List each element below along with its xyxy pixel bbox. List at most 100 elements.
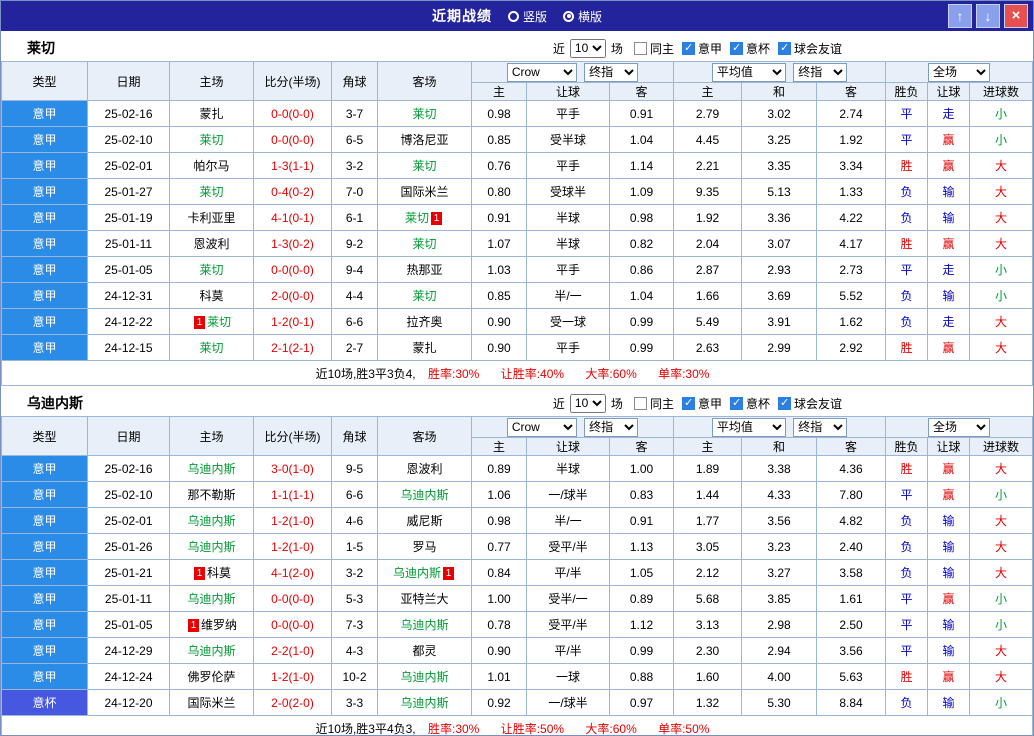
odd-rate: 单率:50% <box>658 721 710 736</box>
handicap-result-cell: 赢 <box>927 230 971 257</box>
checkbox-icon[interactable] <box>729 396 743 410</box>
checkbox-icon[interactable] <box>777 396 791 410</box>
checkbox-icon[interactable] <box>633 396 647 410</box>
filter-checkbox[interactable]: 意杯 <box>729 40 770 57</box>
col-header-type: 类型 <box>1 416 88 456</box>
result-text: 负 <box>900 315 913 329</box>
result-text: 大 <box>995 540 1008 554</box>
home-team-name: 乌迪内斯 <box>187 592 236 606</box>
red-card-badge: 1 <box>431 212 442 225</box>
score-cell: 2-0(0-0) <box>253 282 332 309</box>
checkbox-icon[interactable] <box>777 41 791 55</box>
match-count-select[interactable]: 10 <box>569 393 606 413</box>
scroll-down-button[interactable]: ↓ <box>976 4 1000 28</box>
scope-select[interactable]: 全场 <box>928 62 991 82</box>
match-row: 意甲 25-02-10 那不勒斯 1-1(1-1) 6-6 乌迪内斯 1.06 一/球半 0.8… <box>1 481 1033 508</box>
bookmaker-select[interactable]: Crow <box>506 417 577 437</box>
filter-checkbox[interactable]: 意甲 <box>681 40 722 57</box>
avg-select[interactable]: 平均值 <box>711 417 786 437</box>
avg-final-select[interactable]: 终指 <box>793 417 848 437</box>
filter-checkbox[interactable]: 球会友谊 <box>777 395 842 412</box>
radio-vertical-layout[interactable]: 竖版 <box>507 8 547 25</box>
titlebar: 近期战绩 竖版 横版 ↑ ↓ × <box>1 1 1033 31</box>
league-cell: 意甲 <box>1 204 88 231</box>
result-cell: 负 <box>885 282 929 309</box>
away-odds-cell: 0.98 <box>608 204 675 231</box>
radio-label: 竖版 <box>522 9 547 24</box>
result-text: 平 <box>900 107 913 121</box>
odds-final-select[interactable]: 终指 <box>584 417 639 437</box>
goals-result-cell: 小 <box>969 481 1033 508</box>
result-text: 平 <box>900 263 913 277</box>
avg-away-cell: 1.62 <box>816 308 887 335</box>
filter-checkboxes: 同主 意甲 意杯 球会友谊 <box>633 40 842 57</box>
away-team-cell: 莱切 <box>377 230 472 257</box>
avg-home-cell: 3.13 <box>673 611 743 638</box>
home-team-name: 莱切 <box>199 341 224 355</box>
away-team-name: 乌迪内斯 <box>400 670 449 684</box>
match-row: 意甲 24-12-24 佛罗伦萨 1-2(1-0) 10-2 乌迪内斯 1.01 一球 0.88… <box>1 663 1033 690</box>
result-cell: 负 <box>885 507 929 534</box>
odds-group-header: Crow 终指 <box>470 416 675 438</box>
handicap-cell: 一/球半 <box>526 481 610 508</box>
away-team-cell: 乌迪内斯 <box>377 481 472 508</box>
result-text: 大 <box>995 341 1008 355</box>
radio-horizontal-layout[interactable]: 横版 <box>563 8 602 25</box>
checkbox-icon[interactable] <box>633 41 647 55</box>
filter-checkbox[interactable]: 意杯 <box>729 395 770 412</box>
odds-final-select[interactable]: 终指 <box>584 62 639 82</box>
date-cell: 25-01-21 <box>87 559 170 586</box>
avg-away-cell: 1.33 <box>816 178 887 205</box>
scope-select[interactable]: 全场 <box>928 417 991 437</box>
goals-result-cell: 小 <box>969 100 1033 127</box>
col-header-date: 日期 <box>87 416 170 456</box>
away-team-cell: 亚特兰大 <box>377 585 472 612</box>
checkbox-icon[interactable] <box>729 41 743 55</box>
match-row: 意甲 25-02-10 莱切 0-0(0-0) 6-5 博洛尼亚 0.85 受半球 1.04 4.… <box>1 126 1033 153</box>
filter-checkbox[interactable]: 球会友谊 <box>777 40 842 57</box>
home-odds-cell: 0.98 <box>471 507 527 534</box>
result-text: 胜 <box>900 670 913 684</box>
result-cell: 平 <box>885 100 929 127</box>
away-team-cell: 恩波利 <box>377 455 472 482</box>
away-team-cell: 热那亚 <box>377 256 472 283</box>
corners-cell: 9-4 <box>331 256 378 283</box>
filter-checkbox[interactable]: 同主 <box>633 395 674 412</box>
over-rate: 大率:60% <box>585 721 637 736</box>
result-text: 负 <box>900 540 913 554</box>
goals-result-cell: 大 <box>969 637 1033 664</box>
close-icon[interactable]: × <box>1004 4 1028 28</box>
result-text: 走 <box>942 315 955 329</box>
avg-draw-cell: 3.38 <box>741 455 818 482</box>
avg-select[interactable]: 平均值 <box>711 62 786 82</box>
score-cell: 0-0(0-0) <box>253 585 332 612</box>
scroll-up-button[interactable]: ↑ <box>948 4 972 28</box>
checkbox-icon[interactable] <box>681 41 695 55</box>
corners-cell: 4-4 <box>331 282 378 309</box>
avg-draw-cell: 3.85 <box>741 585 818 612</box>
filter-checkbox[interactable]: 同主 <box>633 40 674 57</box>
home-team-cell: 莱切 <box>169 126 254 153</box>
checkbox-label: 意杯 <box>745 41 770 56</box>
result-text: 大 <box>995 185 1008 199</box>
near-label: 近 <box>552 396 565 411</box>
handicap-result-cell: 赢 <box>927 481 971 508</box>
radio-icon[interactable] <box>507 10 519 22</box>
bookmaker-select[interactable]: Crow <box>506 62 577 82</box>
avg-away-cell: 4.22 <box>816 204 887 231</box>
avg-final-select[interactable]: 终指 <box>793 62 848 82</box>
radio-icon[interactable] <box>563 10 574 22</box>
goals-result-cell: 大 <box>969 230 1033 257</box>
result-text: 输 <box>942 540 955 554</box>
goals-result-cell: 大 <box>969 455 1033 482</box>
date-cell: 24-12-31 <box>87 282 170 309</box>
match-count-select[interactable]: 10 <box>569 38 606 58</box>
handicap-result-cell: 输 <box>927 178 971 205</box>
score-cell: 4-1(0-1) <box>253 204 332 231</box>
score-cell: 1-3(1-1) <box>253 152 332 179</box>
checkbox-icon[interactable] <box>681 396 695 410</box>
home-odds-cell: 0.76 <box>471 152 527 179</box>
handicap-result-cell: 赢 <box>927 334 971 361</box>
away-odds-cell: 1.00 <box>608 455 675 482</box>
filter-checkbox[interactable]: 意甲 <box>681 395 722 412</box>
